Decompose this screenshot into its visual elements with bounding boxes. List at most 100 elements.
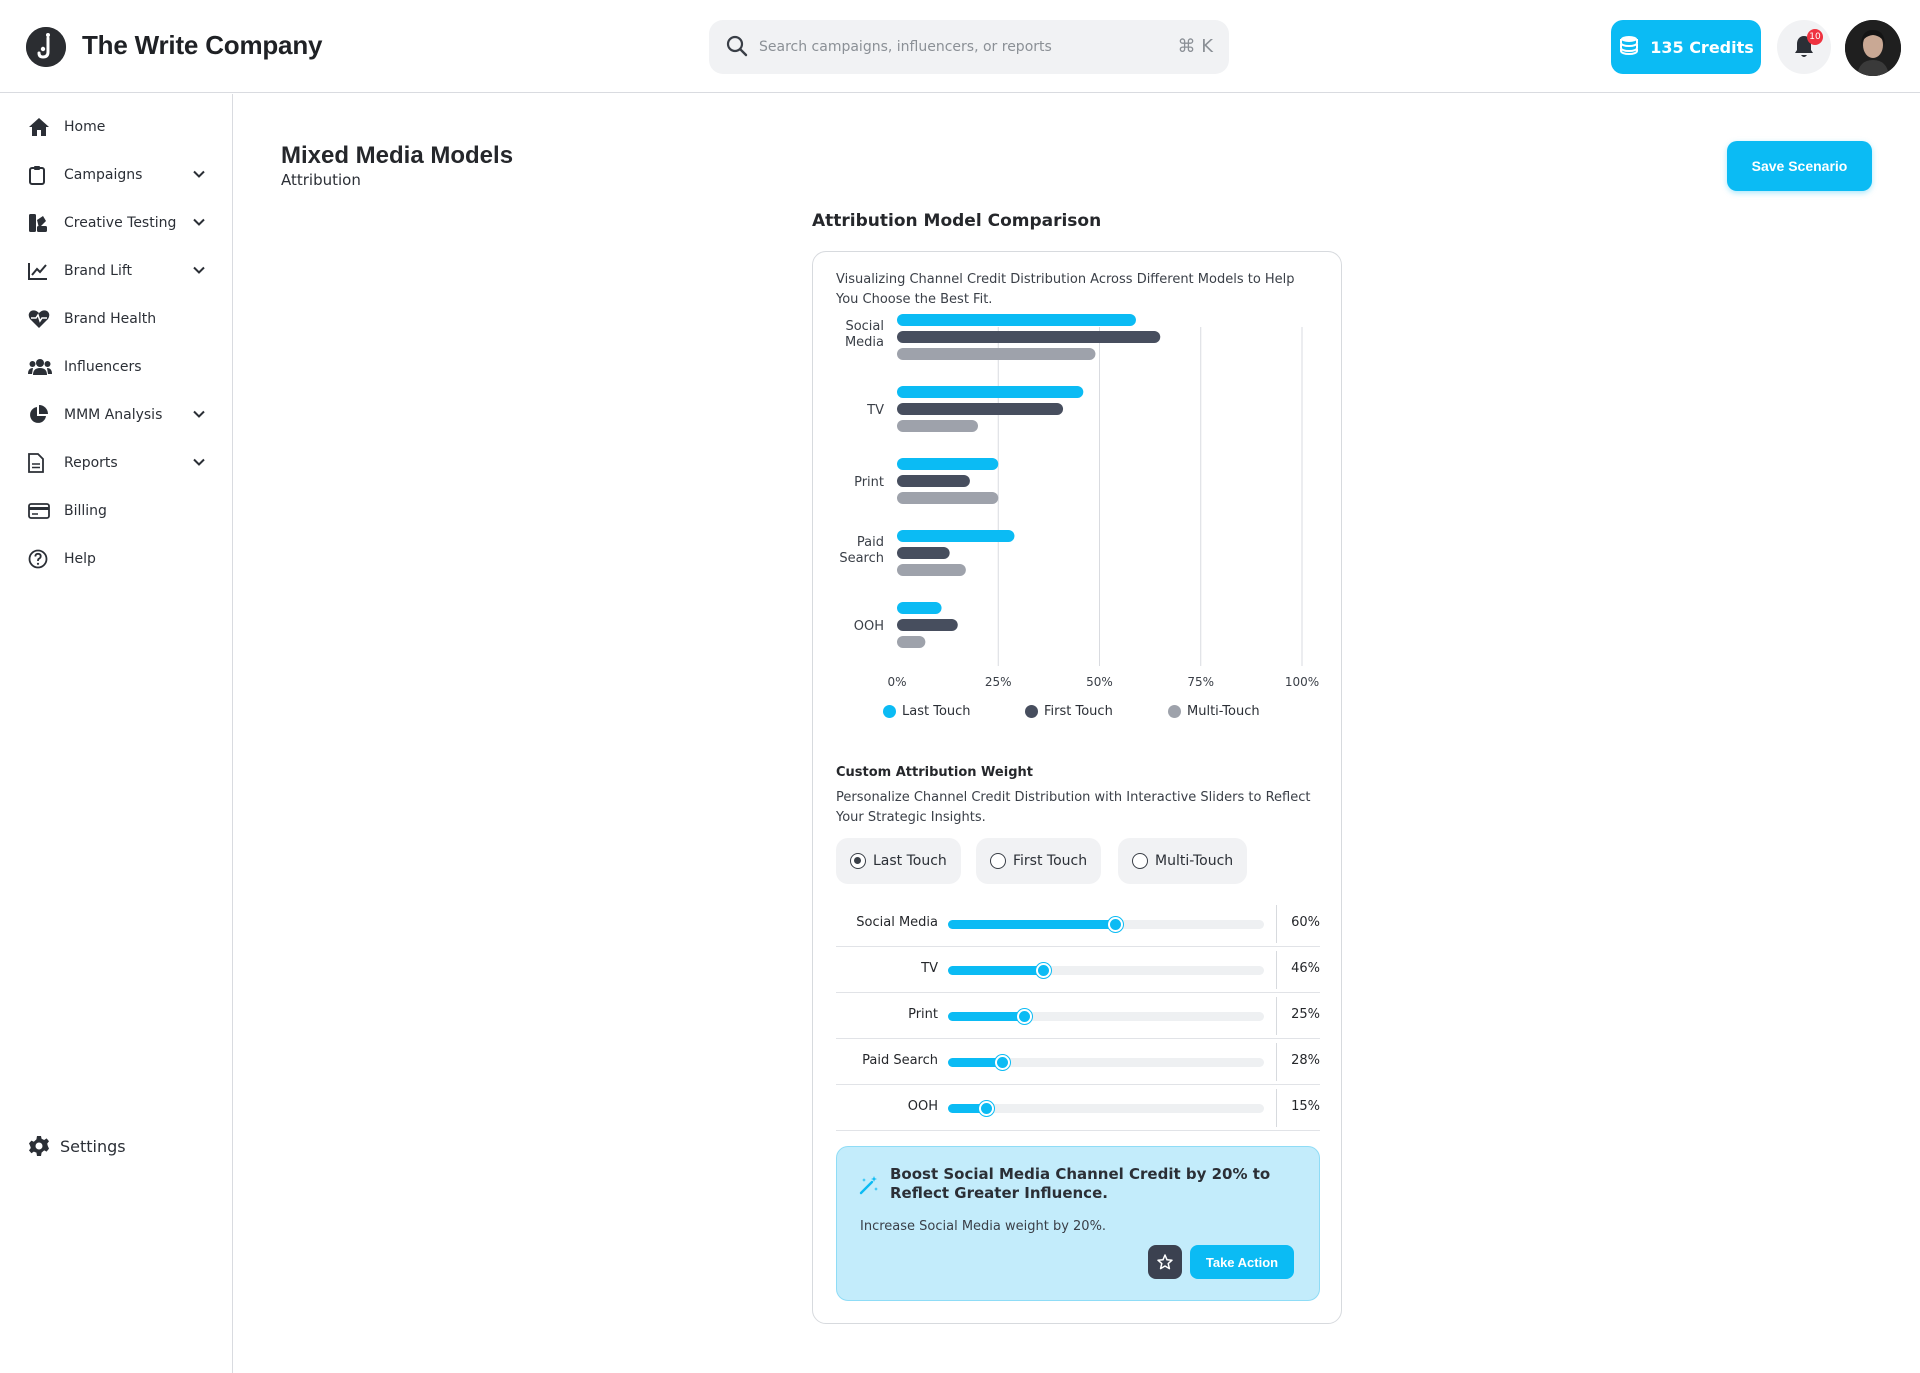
bar[interactable] — [897, 619, 958, 631]
slider-value: 28% — [1291, 1053, 1320, 1068]
sidebar-item-help[interactable]: Help — [28, 544, 206, 574]
bar[interactable] — [897, 314, 1136, 326]
model-option-multi-touch[interactable]: Multi-Touch — [1118, 838, 1248, 884]
x-tick-label: 25% — [985, 675, 1012, 689]
users-icon — [28, 356, 56, 378]
bar[interactable] — [897, 492, 999, 504]
bar[interactable] — [897, 636, 926, 648]
sidebar-item-mmm-analysis[interactable]: MMM Analysis — [28, 400, 206, 430]
weight-slider[interactable] — [948, 1009, 1264, 1024]
legend-item-multi-touch[interactable]: Multi-Touch — [1168, 704, 1260, 719]
slider-label: Paid Search — [862, 1053, 938, 1068]
slider-value: 60% — [1291, 915, 1320, 930]
search-bar[interactable]: ⌘ K — [709, 20, 1229, 74]
bar[interactable] — [897, 475, 970, 487]
settings-label: Settings — [60, 1136, 126, 1156]
sidebar-item-label: Creative Testing — [64, 215, 177, 231]
slider-thumb[interactable] — [1035, 963, 1051, 978]
recommendation-text: Increase Social Media weight by 20%. — [860, 1219, 1107, 1234]
radio-unselected[interactable] — [1132, 853, 1148, 869]
bar[interactable] — [897, 331, 1161, 343]
weight-slider[interactable] — [948, 1055, 1264, 1070]
search-input[interactable] — [759, 20, 1139, 74]
slider-value: 46% — [1291, 961, 1320, 976]
radio-selected[interactable] — [850, 853, 866, 869]
model-option-label: Last Touch — [873, 853, 947, 869]
brand-name[interactable]: The Write Company — [82, 30, 322, 61]
bar[interactable] — [897, 348, 1096, 360]
sidebar-item-label: MMM Analysis — [64, 407, 163, 423]
weight-slider[interactable] — [948, 917, 1264, 932]
chevron-down-icon[interactable] — [192, 407, 206, 425]
chevron-down-icon[interactable] — [192, 167, 206, 185]
sidebar-item-brand-health[interactable]: Brand Health — [28, 304, 206, 334]
divider — [1276, 1043, 1277, 1081]
sidebar-item-settings[interactable]: Settings — [28, 1131, 126, 1161]
slider-thumb[interactable] — [994, 1055, 1010, 1070]
slider-fill — [948, 1012, 1024, 1021]
bar[interactable] — [897, 403, 1064, 415]
radio-unselected[interactable] — [990, 853, 1006, 869]
slider-row-print: Print 25% — [836, 993, 1320, 1039]
category-label: Paid — [857, 535, 884, 550]
legend-item-last-touch[interactable]: Last Touch — [883, 704, 971, 719]
coins-icon — [1618, 34, 1640, 60]
custom-weight-description: Personalize Channel Credit Distribution … — [836, 790, 1311, 825]
chevron-down-icon[interactable] — [192, 263, 206, 281]
favorite-button[interactable] — [1148, 1245, 1182, 1279]
legend-item-first-touch[interactable]: First Touch — [1025, 704, 1113, 719]
weight-slider[interactable] — [948, 963, 1264, 978]
sidebar-item-label: Brand Health — [64, 311, 157, 327]
avatar[interactable] — [1845, 20, 1901, 76]
credit-card-icon — [28, 500, 56, 522]
sidebar-item-home[interactable]: Home — [28, 112, 206, 142]
bar[interactable] — [897, 420, 978, 432]
section-title: Attribution Model Comparison — [812, 211, 1102, 231]
page-subtitle: Attribution — [281, 171, 361, 189]
recommendation-card: Boost Social Media Channel Credit by 20%… — [836, 1146, 1320, 1301]
custom-weight-title: Custom Attribution Weight — [836, 765, 1033, 780]
logo-icon[interactable] — [26, 27, 66, 67]
help-circle-icon — [28, 548, 56, 570]
notifications-button[interactable]: 10 — [1777, 20, 1831, 74]
slider-row-ooh: OOH 15% — [836, 1085, 1320, 1131]
chevron-down-icon[interactable] — [192, 215, 206, 233]
bar[interactable] — [897, 530, 1015, 542]
clipboard-icon — [28, 164, 56, 186]
line-chart-icon — [28, 260, 56, 282]
heart-pulse-icon — [28, 308, 56, 330]
slider-row-tv: TV 46% — [836, 947, 1320, 993]
bar[interactable] — [897, 547, 950, 559]
top-header: The Write Company ⌘ K 135 Credits 10 — [0, 0, 1920, 93]
model-option-last-touch[interactable]: Last Touch — [836, 838, 961, 884]
bar[interactable] — [897, 458, 999, 470]
chevron-down-icon[interactable] — [192, 455, 206, 473]
sidebar-item-reports[interactable]: Reports — [28, 448, 206, 478]
legend-label: First Touch — [1044, 704, 1113, 719]
slider-fill — [948, 920, 1116, 929]
slider-thumb[interactable] — [1108, 917, 1124, 932]
bar[interactable] — [897, 386, 1084, 398]
sidebar-item-label: Billing — [64, 503, 107, 519]
sidebar-item-influencers[interactable]: Influencers — [28, 352, 206, 382]
slider-value: 25% — [1291, 1007, 1320, 1022]
chart-legend: Last Touch First Touch Multi-Touch — [883, 704, 1303, 726]
sidebar-item-brand-lift[interactable]: Brand Lift — [28, 256, 206, 286]
sidebar-item-billing[interactable]: Billing — [28, 496, 206, 526]
take-action-button[interactable]: Take Action — [1190, 1245, 1294, 1279]
model-option-first-touch[interactable]: First Touch — [976, 838, 1102, 884]
sidebar-item-campaigns[interactable]: Campaigns — [28, 160, 206, 190]
save-scenario-button[interactable]: Save Scenario — [1727, 141, 1872, 191]
category-label: TV — [866, 403, 884, 418]
bar[interactable] — [897, 602, 942, 614]
search-shortcut: ⌘ K — [1177, 36, 1213, 57]
credits-button[interactable]: 135 Credits — [1611, 20, 1761, 74]
slider-thumb[interactable] — [1016, 1009, 1032, 1024]
slider-thumb[interactable] — [978, 1101, 994, 1116]
bar[interactable] — [897, 564, 966, 576]
category-label: Social — [845, 319, 884, 334]
sidebar-item-creative-testing[interactable]: Creative Testing — [28, 208, 206, 238]
sidebar-item-label: Reports — [64, 455, 118, 471]
weight-slider[interactable] — [948, 1101, 1264, 1116]
sidebar-item-label: Brand Lift — [64, 263, 133, 279]
